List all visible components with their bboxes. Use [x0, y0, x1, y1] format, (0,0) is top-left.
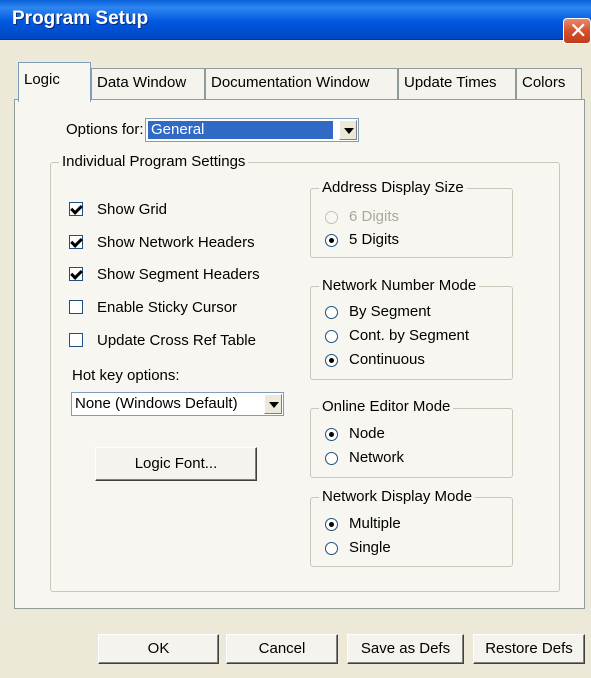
tab-label: Data Window: [97, 74, 187, 91]
tab-label: Logic: [24, 71, 60, 88]
by-segment-radio[interactable]: [325, 306, 338, 319]
node-radio[interactable]: [325, 428, 338, 441]
chevron-down-icon[interactable]: [264, 394, 282, 414]
five-digits-radio[interactable]: [325, 234, 338, 247]
online-editor-legend: Online Editor Mode: [319, 398, 454, 415]
options-for-label: Options for:: [66, 121, 144, 138]
network-radio[interactable]: [325, 452, 338, 465]
single-label: Single: [349, 539, 391, 556]
hotkey-select[interactable]: None (Windows Default): [71, 392, 284, 416]
update-cross-ref-table-checkbox[interactable]: [69, 333, 83, 347]
show-network-headers-label: Show Network Headers: [97, 234, 255, 251]
cancel-button[interactable]: Cancel: [226, 634, 338, 664]
options-for-select[interactable]: General: [145, 118, 359, 142]
show-grid-label: Show Grid: [97, 201, 168, 218]
hotkey-value: None (Windows Default): [75, 395, 238, 412]
close-icon: ✕: [569, 18, 588, 43]
six-digits-radio: [325, 211, 338, 224]
network-display-group: [310, 497, 513, 567]
update-cross-ref-table-label: Update Cross Ref Table: [97, 332, 256, 349]
five-digits-label: 5 Digits: [349, 231, 400, 248]
continuous-radio[interactable]: [325, 354, 338, 367]
tab-label: Colors: [522, 74, 566, 91]
online-editor-group: [310, 408, 513, 478]
tab-colors[interactable]: Colors: [516, 68, 582, 100]
enable-sticky-cursor-label: Enable Sticky Cursor: [97, 299, 238, 316]
tab-label: Documentation Window: [211, 74, 370, 91]
logic-font-button[interactable]: Logic Font...: [95, 447, 257, 481]
restore-defs-button[interactable]: Restore Defs: [473, 634, 585, 664]
tab-data-window[interactable]: Data Window: [91, 68, 205, 100]
individual-settings-legend: Individual Program Settings: [59, 153, 249, 170]
network-display-legend: Network Display Mode: [319, 488, 476, 505]
show-network-headers-checkbox[interactable]: [69, 235, 83, 249]
tab-documentation-window[interactable]: Documentation Window: [205, 68, 398, 100]
logic-tab-panel: Options for: General Individual Program …: [14, 99, 585, 609]
show-grid-checkbox[interactable]: [69, 202, 83, 216]
network-number-legend: Network Number Mode: [319, 277, 480, 294]
node-label: Node: [349, 425, 385, 442]
tab-logic[interactable]: Logic: [18, 62, 91, 102]
multiple-radio[interactable]: [325, 518, 338, 531]
multiple-label: Multiple: [349, 515, 401, 532]
title-bar: Program Setup ✕: [0, 0, 591, 44]
six-digits-label: 6 Digits: [349, 208, 400, 225]
show-segment-headers-label: Show Segment Headers: [97, 266, 260, 283]
cont-by-segment-radio[interactable]: [325, 330, 338, 343]
network-label: Network: [349, 449, 405, 466]
cont-by-segment-label: Cont. by Segment: [349, 327, 470, 344]
close-button[interactable]: ✕: [563, 18, 591, 44]
by-segment-label: By Segment: [349, 303, 431, 320]
chevron-down-icon[interactable]: [339, 120, 357, 140]
ok-button[interactable]: OK: [98, 634, 219, 664]
hotkey-label: Hot key options:: [72, 367, 180, 384]
window-title: Program Setup: [12, 8, 149, 29]
address-display-group: [310, 188, 513, 258]
tab-update-times[interactable]: Update Times: [398, 68, 516, 100]
enable-sticky-cursor-checkbox[interactable]: [69, 300, 83, 314]
show-segment-headers-checkbox[interactable]: [69, 267, 83, 281]
address-display-legend: Address Display Size: [319, 179, 467, 196]
options-for-value: General: [148, 121, 333, 139]
save-as-defs-button[interactable]: Save as Defs: [347, 634, 464, 664]
tab-label: Update Times: [404, 74, 497, 91]
single-radio[interactable]: [325, 542, 338, 555]
continuous-label: Continuous: [349, 351, 425, 368]
